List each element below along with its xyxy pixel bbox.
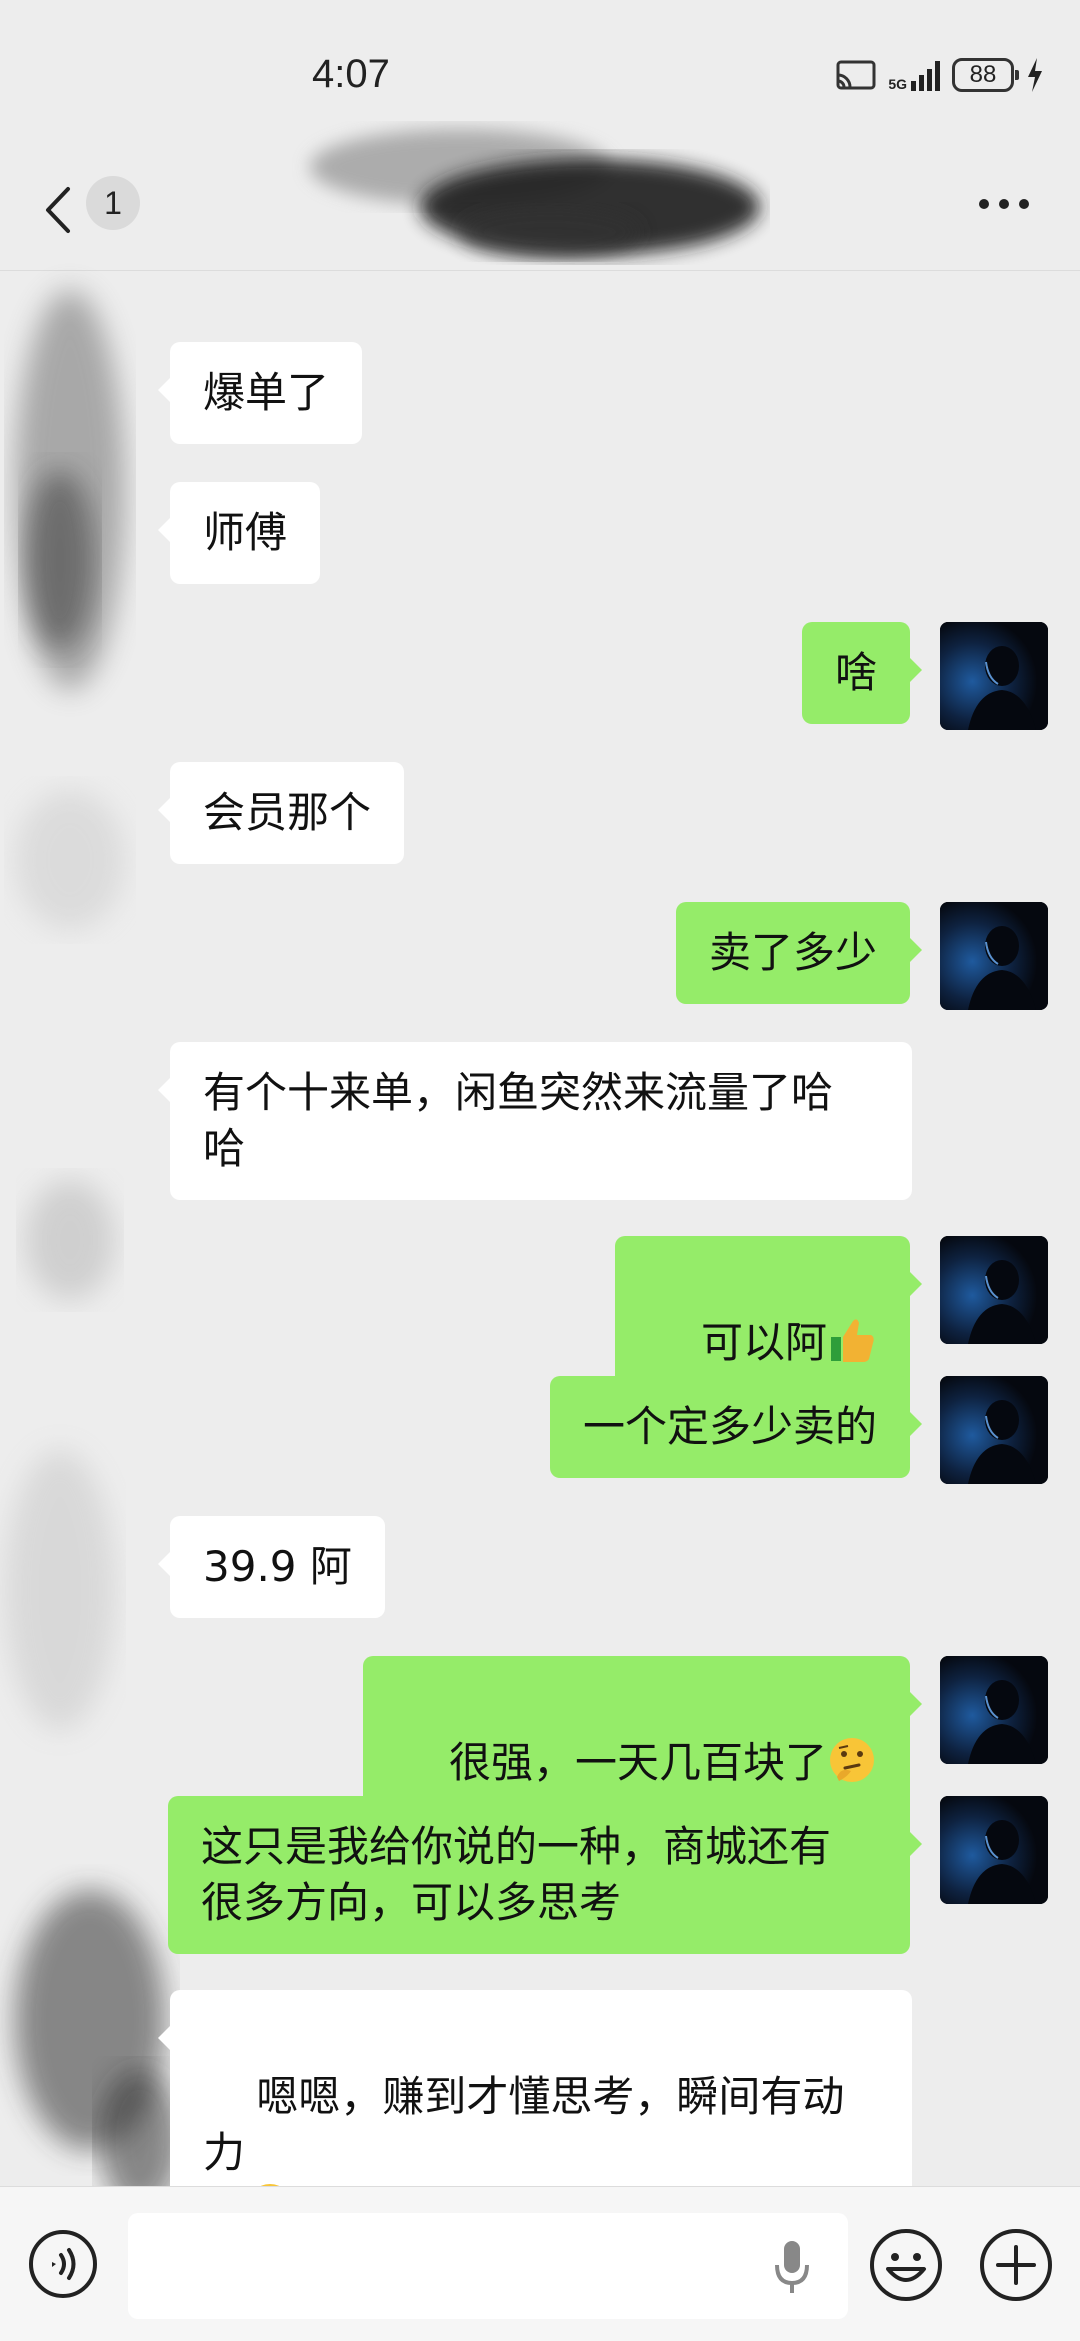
cast-icon <box>836 60 876 90</box>
message-bubble-incoming[interactable]: 会员那个 <box>157 762 405 864</box>
avatar-image <box>940 902 1048 1010</box>
message-text: 可以阿 <box>700 1318 827 1367</box>
message-input[interactable] <box>128 2213 848 2319</box>
message-bubble-incoming[interactable]: 39.9 阿 <box>158 1516 385 1618</box>
message-bubble-outgoing[interactable]: 一个定多少卖的 <box>549 1376 923 1478</box>
avatar-image <box>940 1236 1048 1344</box>
plus-icon[interactable] <box>978 2227 1054 2303</box>
avatar-image <box>940 1376 1048 1484</box>
redaction-scribble-left <box>5 290 180 2210</box>
back-icon[interactable] <box>40 185 80 235</box>
status-time: 4:07 <box>312 52 390 96</box>
message-text: 很强，一天几百块了 <box>448 1738 827 1787</box>
signal-bars-icon <box>911 59 940 91</box>
network-type: 5G <box>888 76 907 92</box>
avatar[interactable] <box>940 1236 1048 1344</box>
avatar[interactable] <box>940 1656 1048 1764</box>
message-bubble-incoming[interactable]: 师傅 <box>157 482 321 584</box>
thinking-emoji-icon <box>830 1738 874 1782</box>
avatar[interactable] <box>940 1376 1048 1484</box>
thumbs-up-emoji-icon <box>831 1319 874 1362</box>
avatar-image <box>940 622 1048 730</box>
more-icon[interactable] <box>978 197 1030 211</box>
avatar-image <box>940 1796 1048 1904</box>
avatar[interactable] <box>940 902 1048 1010</box>
cellular-signal: 5G <box>888 59 940 91</box>
battery-level: 88 <box>969 61 997 88</box>
message-bubble-outgoing[interactable]: 这只是我给你说的一种，商城还有 很多方向，可以多思考 <box>168 1796 922 1954</box>
message-bubble-outgoing[interactable]: 卖了多少 <box>675 902 923 1004</box>
redaction-scribble <box>310 129 760 257</box>
avatar[interactable] <box>940 1796 1048 1904</box>
message-bubble-outgoing[interactable]: 啥 <box>801 622 923 724</box>
battery-indicator: 88 <box>952 58 1019 92</box>
voice-icon[interactable] <box>28 2229 98 2299</box>
input-bar <box>0 2186 1080 2341</box>
avatar-image <box>940 1656 1048 1764</box>
avatar[interactable] <box>940 622 1048 730</box>
microphone-icon[interactable] <box>770 2237 814 2297</box>
message-bubble-incoming[interactable]: 爆单了 <box>157 342 363 444</box>
message-bubble-incoming[interactable]: 有个十来单，闲鱼突然来流量了哈 哈 <box>158 1042 912 1200</box>
unread-badge[interactable]: 1 <box>86 176 140 230</box>
status-icons: 5G 88 <box>836 58 1044 92</box>
emoji-icon[interactable] <box>868 2227 944 2303</box>
charging-icon <box>1028 58 1042 92</box>
